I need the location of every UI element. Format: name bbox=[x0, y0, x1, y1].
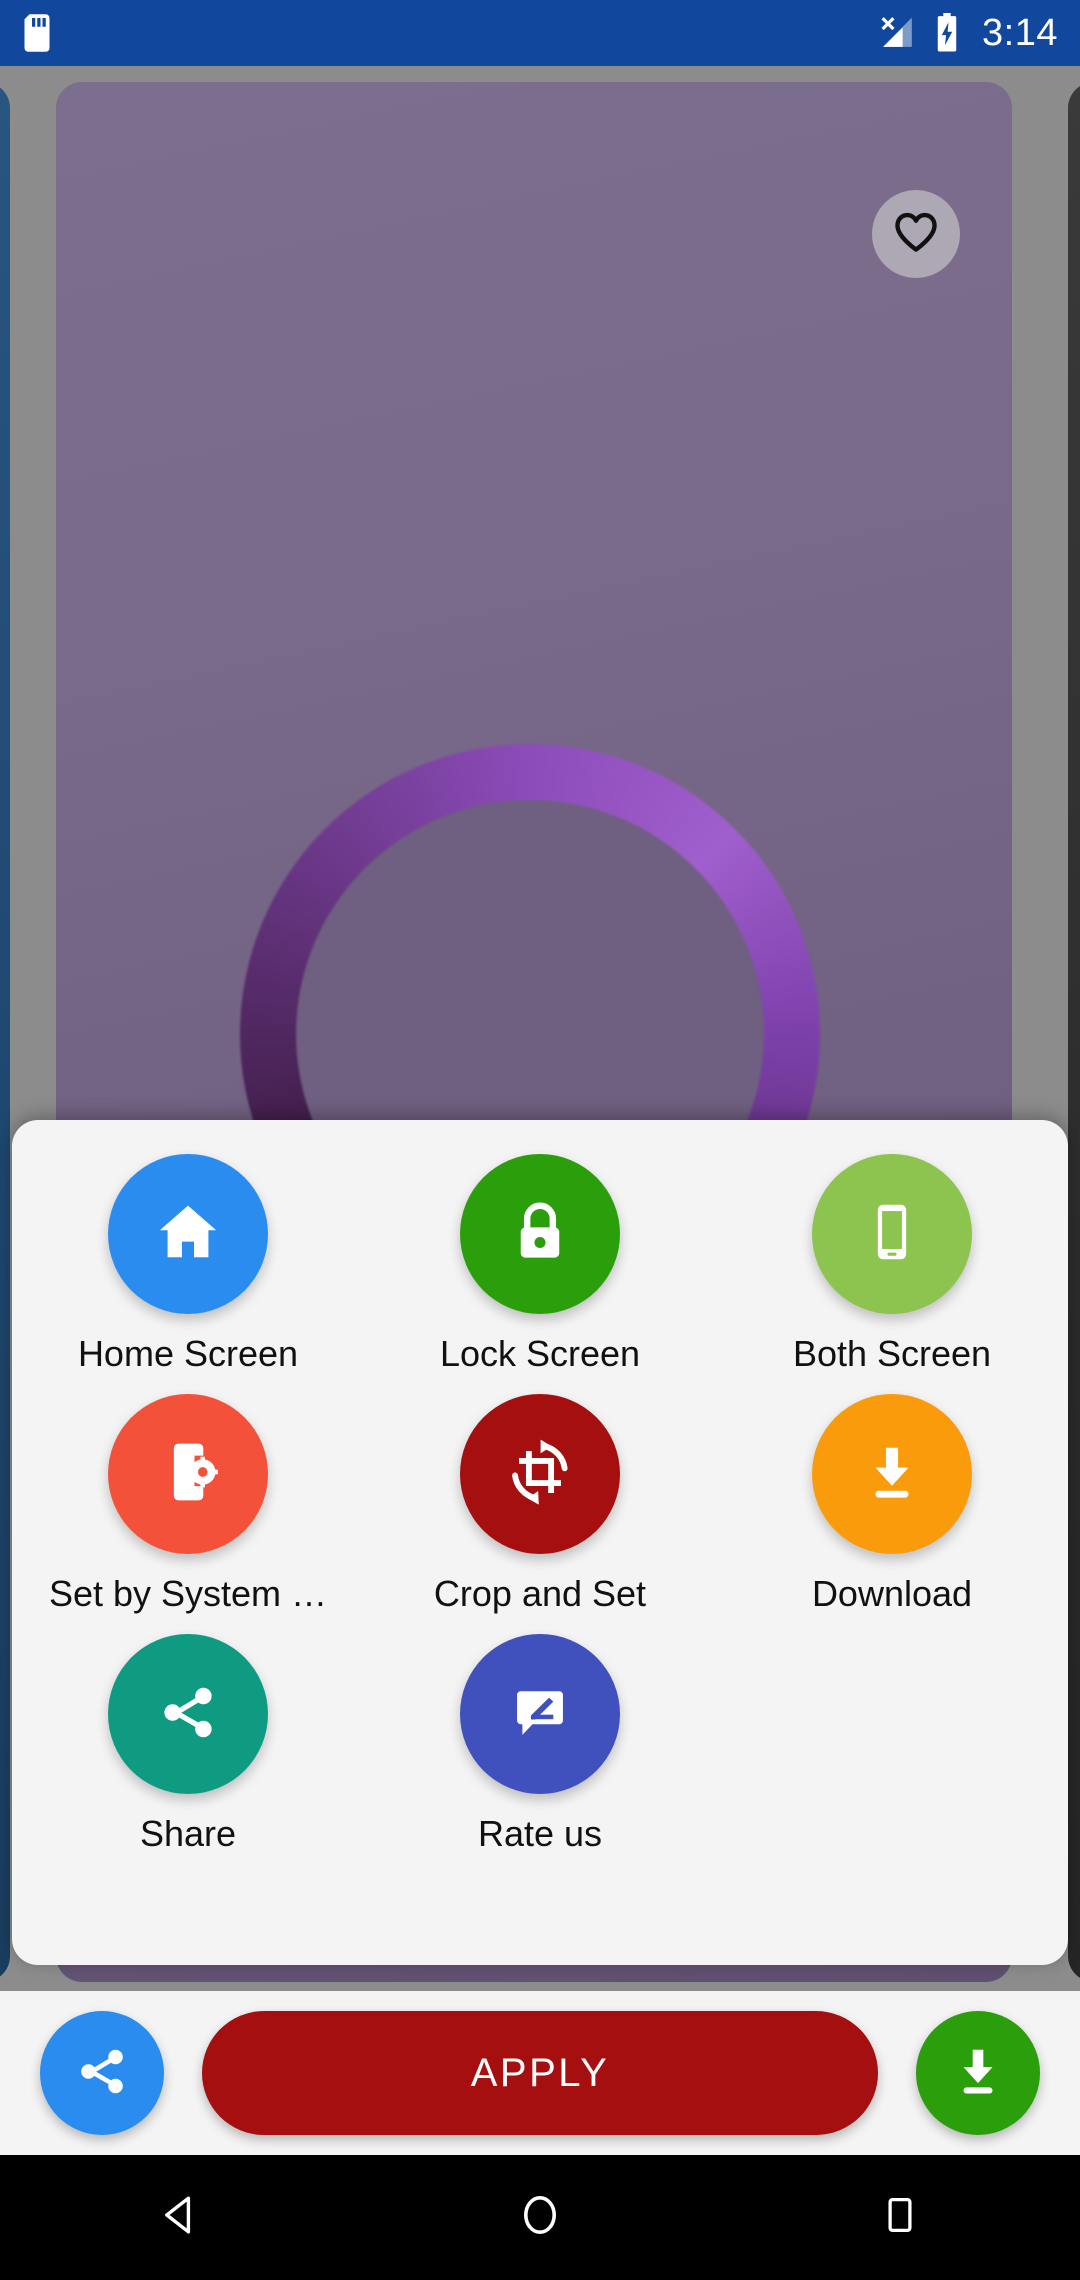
home-icon bbox=[152, 1196, 224, 1273]
option-share[interactable]: Share bbox=[12, 1634, 364, 1852]
download-icon bbox=[859, 1439, 925, 1510]
apply-options-sheet: Home Screen Lock Screen Both Screen Set … bbox=[12, 1120, 1068, 1965]
option-both-screen[interactable]: Both Screen bbox=[716, 1154, 1068, 1372]
set-by-system-icon-circle[interactable] bbox=[108, 1394, 268, 1554]
phone-screen: 3:14 Home Screen Lock Screen Both Screen… bbox=[0, 0, 1080, 2280]
option-label: Home Screen bbox=[77, 1333, 299, 1374]
bottom-action-bar: APPLY bbox=[0, 1991, 1080, 2155]
option-label: Rate us bbox=[477, 1813, 603, 1854]
share-icon-circle[interactable] bbox=[108, 1634, 268, 1794]
download-icon-circle[interactable] bbox=[812, 1394, 972, 1554]
wallpaper-card-previous[interactable] bbox=[0, 82, 10, 1982]
option-home-screen[interactable]: Home Screen bbox=[12, 1154, 364, 1372]
share-icon bbox=[73, 2042, 131, 2105]
option-label: Lock Screen bbox=[439, 1333, 641, 1374]
rate-us-icon-circle[interactable] bbox=[460, 1634, 620, 1794]
option-label: Set by System … bbox=[48, 1573, 328, 1614]
options-grid: Home Screen Lock Screen Both Screen Set … bbox=[12, 1154, 1068, 1852]
status-bar-left-icons bbox=[22, 14, 52, 52]
battery-charging-icon bbox=[934, 13, 960, 53]
sd-card-icon bbox=[22, 14, 52, 52]
home-button[interactable] bbox=[440, 2155, 640, 2280]
android-navigation-bar bbox=[0, 2155, 1080, 2280]
option-lock-screen[interactable]: Lock Screen bbox=[364, 1154, 716, 1372]
download-fab-button[interactable] bbox=[916, 2011, 1040, 2135]
heart-outline-icon bbox=[893, 211, 939, 258]
crop-rotate-icon bbox=[503, 1435, 577, 1514]
option-crop-and-set[interactable]: Crop and Set bbox=[364, 1394, 716, 1612]
recents-button[interactable] bbox=[800, 2155, 1000, 2280]
favorite-button[interactable] bbox=[872, 190, 960, 278]
rate-review-icon bbox=[508, 1680, 572, 1749]
apply-button[interactable]: APPLY bbox=[202, 2011, 878, 2135]
phone-settings-icon bbox=[154, 1438, 222, 1511]
status-bar: 3:14 bbox=[0, 0, 1080, 66]
share-icon bbox=[155, 1679, 221, 1750]
lock-screen-icon-circle[interactable] bbox=[460, 1154, 620, 1314]
option-label: Download bbox=[811, 1573, 973, 1614]
option-label: Both Screen bbox=[792, 1333, 992, 1374]
share-fab-button[interactable] bbox=[40, 2011, 164, 2135]
smartphone-icon bbox=[858, 1198, 926, 1271]
apply-button-label: APPLY bbox=[470, 2050, 610, 2095]
download-icon bbox=[949, 2042, 1007, 2105]
option-download[interactable]: Download bbox=[716, 1394, 1068, 1612]
wallpaper-card-next[interactable] bbox=[1068, 82, 1080, 1982]
crop-and-set-icon-circle[interactable] bbox=[460, 1394, 620, 1554]
home-screen-icon-circle[interactable] bbox=[108, 1154, 268, 1314]
status-bar-clock: 3:14 bbox=[982, 12, 1058, 54]
option-set-by-system[interactable]: Set by System … bbox=[12, 1394, 364, 1612]
square-recents-icon bbox=[878, 2193, 922, 2242]
triangle-back-icon bbox=[156, 2191, 204, 2244]
option-label: Share bbox=[139, 1813, 237, 1854]
option-rate-us[interactable]: Rate us bbox=[364, 1634, 716, 1852]
status-bar-right-icons: 3:14 bbox=[878, 13, 1058, 53]
back-button[interactable] bbox=[80, 2155, 280, 2280]
circle-home-icon bbox=[516, 2191, 564, 2244]
both-screen-icon-circle[interactable] bbox=[812, 1154, 972, 1314]
signal-off-icon bbox=[878, 14, 918, 52]
option-label: Crop and Set bbox=[433, 1573, 647, 1614]
lock-icon bbox=[505, 1197, 575, 1272]
